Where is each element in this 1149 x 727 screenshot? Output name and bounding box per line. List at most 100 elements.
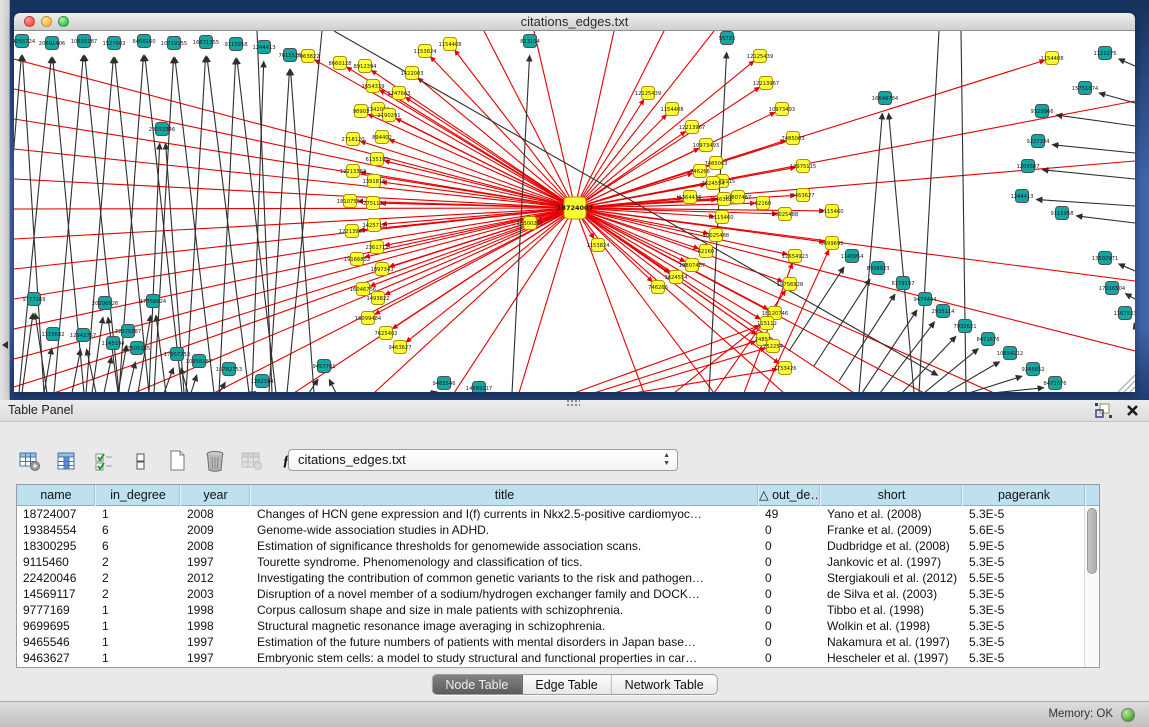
graph-node[interactable]: 32975887: [115, 325, 141, 338]
graph-node[interactable]: 1244413: [1010, 190, 1033, 203]
graph-node[interactable]: 8471676: [976, 333, 999, 346]
graph-node[interactable]: 9245652: [1021, 363, 1044, 376]
graph-node[interactable]: 1247663: [387, 87, 410, 100]
graph-node[interactable]: 6135190: [365, 153, 388, 166]
graph-node[interactable]: 9474444: [913, 293, 937, 306]
graph-node[interactable]: 12975115: [790, 160, 816, 173]
column-header-year[interactable]: year: [181, 485, 251, 506]
float-panel-icon[interactable]: [1095, 403, 1112, 418]
graph-node[interactable]: 1140954: [840, 250, 864, 263]
graph-node[interactable]: 9115958: [1050, 207, 1073, 220]
graph-node[interactable]: 12213967: [753, 77, 779, 90]
column-header-name[interactable]: name: [17, 485, 96, 506]
table-row[interactable]: 1456911722003Disruption of a novel membe…: [17, 586, 1099, 602]
graph-node[interactable]: 12213363: [340, 165, 366, 178]
column-header-short[interactable]: short: [821, 485, 963, 506]
graph-node[interactable]: 12654923: [782, 250, 808, 263]
splitter-grip[interactable]: [566, 399, 580, 406]
show-columns-button[interactable]: [55, 449, 79, 473]
graph-node[interactable]: 17016504: [1099, 282, 1126, 295]
graph-node[interactable]: 9227334: [1026, 135, 1050, 148]
graph-node[interactable]: 12125439: [635, 87, 661, 100]
graph-node[interactable]: 1167533: [1113, 307, 1135, 320]
table-row[interactable]: 1938455462009Genome-wide association stu…: [17, 522, 1099, 538]
graph-node[interactable]: 894402: [372, 131, 392, 144]
graph-node[interactable]: 16099484: [355, 312, 382, 325]
graph-node[interactable]: 14569117: [466, 382, 492, 393]
table-scrollbar-thumb[interactable]: [1087, 508, 1097, 574]
graph-node[interactable]: 7932621: [953, 320, 976, 333]
table-source-select[interactable]: citations_edges.txt ▲▼: [288, 449, 678, 471]
graph-node[interactable]: 98903: [353, 105, 370, 118]
graph-node[interactable]: 12125439: [747, 50, 773, 63]
graph-node[interactable]: 1154408: [438, 38, 461, 51]
table-options-button[interactable]: [18, 449, 42, 473]
graph-node[interactable]: 746266: [648, 281, 668, 294]
graph-node[interactable]: 16648784: [872, 92, 899, 105]
table-row[interactable]: 911546021997Tourette syndrome. Phenomeno…: [17, 554, 1099, 570]
graph-node[interactable]: 6179197: [891, 277, 914, 290]
graph-node[interactable]: 1422003: [400, 67, 423, 80]
table-row[interactable]: 946554611997Estimation of the future num…: [17, 634, 1099, 650]
tab-network-table[interactable]: Network Table: [612, 675, 717, 694]
graph-node[interactable]: 1154408: [660, 103, 683, 116]
graph-node[interactable]: 10025488: [703, 229, 729, 242]
graph-node[interactable]: 9115460: [820, 205, 843, 218]
graph-node[interactable]: 10655287: [71, 35, 97, 48]
column-header-pagerank[interactable]: pagerank: [963, 485, 1086, 506]
table-row[interactable]: 2242004622012Investigating the contribut…: [17, 570, 1099, 586]
graph-node[interactable]: 62160: [755, 197, 772, 210]
graph-node[interactable]: 8466160: [132, 35, 155, 48]
network-canvas[interactable]: 2405572420691406 10655287 1527602 8466160 10…: [14, 31, 1135, 392]
tab-node-table[interactable]: Node Table: [432, 675, 522, 694]
graph-node[interactable]: 1154408: [1040, 52, 1063, 65]
panel-collapse-arrow-icon[interactable]: [2, 341, 8, 349]
graph-node[interactable]: 10654112: [997, 347, 1023, 360]
graph-node[interactable]: 9699695: [820, 237, 843, 250]
table-row[interactable]: 946362711997Embryonic stem cells: a mode…: [17, 650, 1099, 666]
graph-node[interactable]: 24055724: [14, 35, 36, 48]
column-header-in_degree[interactable]: in_degree: [96, 485, 181, 506]
graph-node[interactable]: 9463627: [388, 341, 411, 354]
graph-node[interactable]: 9465546: [432, 377, 455, 390]
table-scrollbar[interactable]: [1084, 506, 1099, 668]
graph-node[interactable]: 62160: [698, 245, 715, 258]
close-panel-icon[interactable]: [1126, 404, 1139, 417]
rows-button[interactable]: [129, 449, 153, 473]
graph-node[interactable]: 9463627: [791, 189, 814, 202]
table-row[interactable]: 977716911998Corpus callosum shape and si…: [17, 602, 1099, 618]
graph-node[interactable]: 10719155: [161, 37, 187, 50]
graph-node[interactable]: 2718120: [341, 133, 364, 146]
graph-node[interactable]: 1115682: [41, 328, 64, 341]
graph-node[interactable]: 9457791: [312, 360, 335, 373]
delete-column-button[interactable]: [203, 449, 227, 473]
graph-node[interactable]: 9329966: [1030, 105, 1053, 118]
graph-node[interactable]: 1244413: [252, 41, 275, 54]
graph-node[interactable]: 19166852: [344, 253, 370, 266]
graph-node[interactable]: 12942757: [70, 329, 96, 342]
graph-node[interactable]: 1153824: [413, 45, 437, 58]
graph-node[interactable]: 16671355: [193, 36, 219, 49]
graph-node[interactable]: 8471676: [1043, 377, 1066, 390]
graph-node[interactable]: 7485063: [704, 157, 727, 170]
window-resize-grip[interactable]: [1118, 375, 1135, 392]
graph-node[interactable]: 12213967: [339, 225, 365, 238]
graph-node[interactable]: 1145194: [101, 337, 125, 350]
table-row[interactable]: 969969511998Structural magnetic resonanc…: [17, 618, 1099, 634]
table-row[interactable]: 1830029562008Estimation of significance …: [17, 538, 1099, 554]
graph-node[interactable]: 13592971: [1092, 252, 1118, 265]
create-column-button[interactable]: [166, 449, 190, 473]
graph-node[interactable]: 19756928: [777, 278, 803, 291]
graph-node[interactable]: 8912394: [353, 60, 377, 73]
graph-node[interactable]: 55723: [719, 32, 736, 45]
table-row[interactable]: 1872400712008Changes of HCN gene express…: [17, 506, 1099, 522]
graph-node[interactable]: 20691406: [39, 37, 65, 50]
graph-node[interactable]: 1121276: [1093, 47, 1116, 60]
graph-node[interactable]: 9115958: [224, 38, 247, 51]
graph-node[interactable]: 1527602: [102, 37, 125, 50]
row-selection-button[interactable]: [92, 449, 116, 473]
graph-node[interactable]: 15751874: [1072, 82, 1099, 95]
graph-node[interactable]: 10025488: [772, 208, 798, 221]
column-header-title[interactable]: title: [251, 485, 759, 506]
graph-node[interactable]: 252254: [763, 340, 784, 353]
